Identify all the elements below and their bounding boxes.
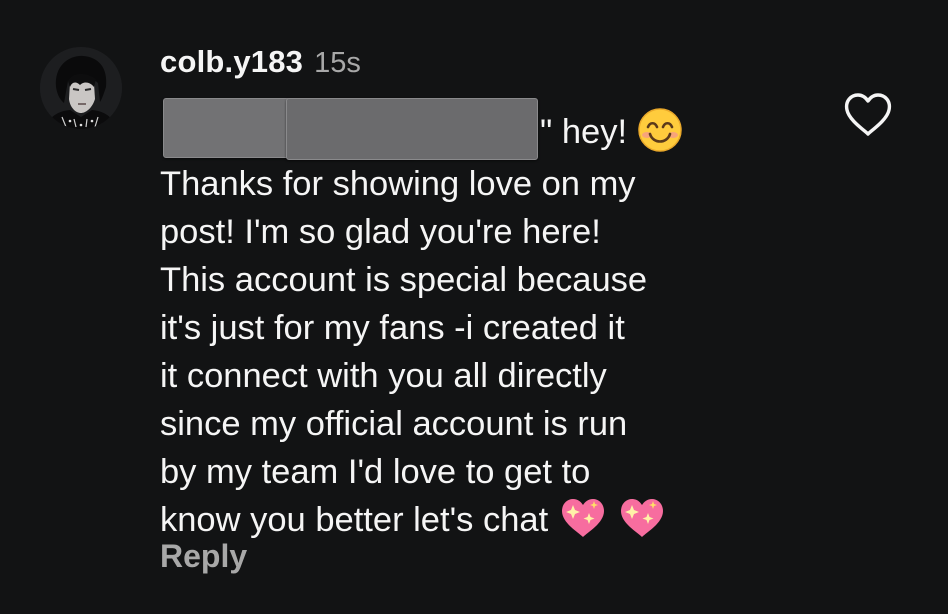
comment-line: " hey! (160, 98, 820, 160)
comment-header: colb.y183 15s (160, 44, 361, 88)
like-button[interactable] (841, 90, 895, 140)
comment-line: post! I'm so glad you're here! (160, 213, 601, 251)
heart-outline-icon (844, 93, 892, 136)
smiling-face-icon (637, 107, 683, 153)
comment-line: it's just for my fans -i created it (160, 309, 625, 347)
avatar-image (40, 47, 122, 129)
timestamp: 15s (314, 47, 361, 79)
comment-line-text: " hey! (540, 113, 628, 151)
username[interactable]: colb.y183 (160, 44, 303, 80)
comment-body: " hey! Thanks for showing love on my pos… (160, 98, 820, 544)
redaction-box (286, 98, 538, 160)
comment-line: Thanks for showing love on my (160, 165, 636, 203)
comment-line: it connect with you all directly (160, 357, 607, 395)
comment-line-last: know you better let's chat (160, 496, 820, 544)
sparkling-heart-icon (617, 495, 667, 541)
comment-line: This account is special because (160, 261, 648, 299)
avatar[interactable] (40, 47, 122, 129)
sparkling-heart-icon (558, 495, 608, 541)
comment-line: since my official account is run (160, 405, 628, 443)
reply-button[interactable]: Reply (160, 538, 247, 575)
comment: colb.y183 15s " hey! Thanks for showing … (0, 0, 948, 614)
comment-line-text: know you better let's chat (160, 501, 549, 539)
comment-line: by my team I'd love to get to (160, 453, 591, 491)
